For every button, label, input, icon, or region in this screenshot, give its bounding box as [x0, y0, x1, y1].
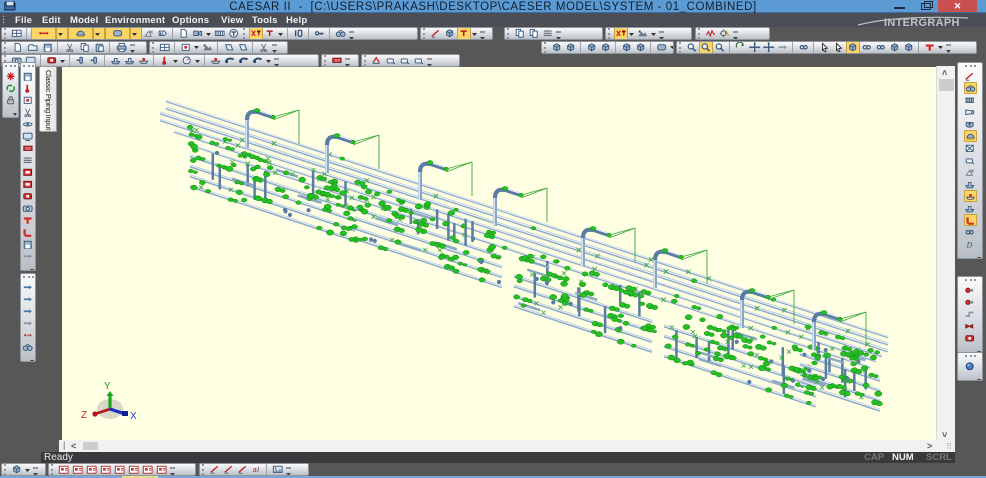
- svg-text:D: D: [966, 240, 973, 249]
- svg-text:INTERGRAPH: INTERGRAPH: [884, 17, 960, 28]
- svg-text:a: a: [253, 467, 257, 474]
- svg-text:Y: Y: [104, 381, 111, 392]
- svg-text:X: X: [130, 411, 137, 422]
- svg-text:I: I: [257, 467, 259, 474]
- svg-text:Z: Z: [81, 410, 87, 421]
- svg-text:113: 113: [25, 146, 31, 150]
- svg-text:113: 113: [334, 59, 340, 63]
